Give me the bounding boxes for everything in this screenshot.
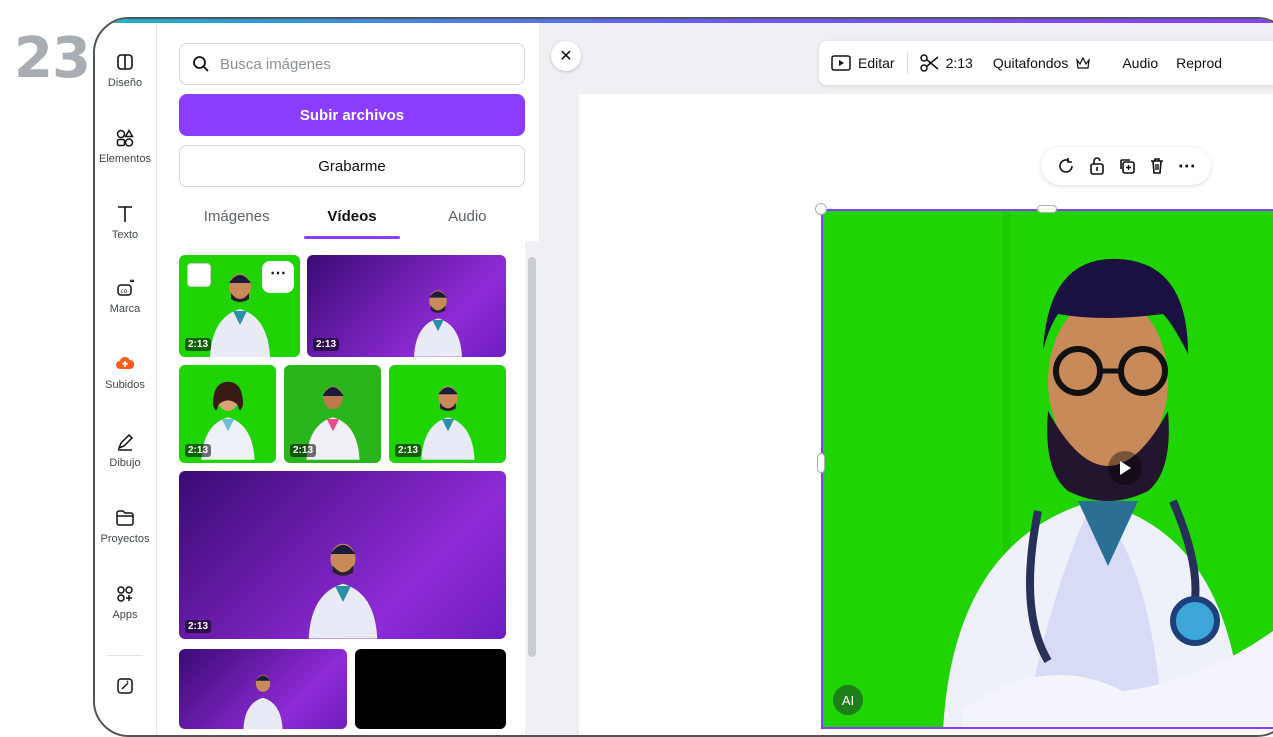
edit-label: Editar [858,55,895,71]
rail-item-dibujo[interactable]: Dibujo [95,431,155,469]
search-input[interactable]: Busca imágenes [179,43,525,85]
svg-text:co: co [121,288,128,295]
layout-icon [117,54,133,70]
trim-duration: 2:13 [945,55,973,71]
rail-label: Proyectos [100,533,150,545]
selected-video-element[interactable]: AI [821,209,1273,729]
scissors-icon [919,54,939,72]
close-icon: ✕ [559,48,573,65]
video-duration: 2:13 [185,620,212,633]
video-duration: 2:13 [395,444,422,457]
brand-kit-icon: co [117,279,134,296]
record-yourself-button[interactable]: Grabarme [179,145,525,187]
rail-label: Subidos [105,379,145,391]
upload-cloud-icon [114,353,136,375]
select-checkbox[interactable] [187,263,211,287]
media-tabs: Imágenes Vídeos Audio [179,197,525,239]
rail-label: Elementos [99,153,151,165]
doctor-illustration [243,674,283,729]
play-icon [1120,461,1131,475]
rail-item-marca[interactable]: co Marca [95,277,155,315]
audio-button[interactable]: Audio [1122,55,1158,71]
search-placeholder: Busca imágenes [220,55,331,73]
rail-item-elementos[interactable]: Elementos [95,127,155,165]
resize-handle[interactable] [817,453,825,473]
rail-item-diseno[interactable]: Diseño [95,51,155,89]
trim-button[interactable]: 2:13 [919,54,973,72]
rotate-icon[interactable] [1056,156,1076,176]
background-remover-button[interactable]: Quitafondos [993,55,1091,71]
search-icon [193,56,209,72]
scrollbar-thumb[interactable] [528,257,536,657]
draw-icon [117,433,134,451]
rail-item-subidos[interactable]: Subidos [95,353,155,391]
toolbar-divider [906,53,908,73]
close-panel-button[interactable]: ✕ [551,41,581,71]
folder-icon [116,510,134,526]
magic-media-icon [117,678,133,694]
side-rail: Diseño Elementos Texto co Marca Subidos … [95,19,157,735]
text-icon [118,206,132,222]
ai-generated-badge: AI [833,685,863,715]
video-thumbnail[interactable]: 2:13 [179,365,276,463]
lock-icon[interactable] [1087,156,1107,176]
video-thumbnail[interactable]: 2:13 [389,365,506,463]
step-number: 23 [14,26,91,91]
rail-label: Diseño [107,77,143,89]
uploads-panel: Busca imágenes Subir archivos Grabarme I… [157,19,539,735]
rail-item-proyectos[interactable]: Proyectos [95,507,155,545]
video-duration: 2:13 [185,338,212,351]
video-thumbnail[interactable]: 2:13 [307,255,506,357]
bg-remover-label: Quitafondos [992,55,1069,71]
rail-label: Apps [112,609,138,621]
play-box-icon [831,55,851,71]
rail-divider [107,655,143,656]
rail-item-magic[interactable] [95,675,155,701]
app-window: Diseño Elementos Texto co Marca Subidos … [93,17,1273,737]
playback-button[interactable]: Reprod [1176,55,1222,71]
trash-icon[interactable] [1147,156,1167,176]
video-duration: 2:13 [185,444,212,457]
video-duration: 2:13 [290,444,317,457]
duplicate-icon[interactable] [1117,156,1137,176]
upload-files-button[interactable]: Subir archivos [179,94,525,136]
crown-icon [1076,57,1091,69]
rail-item-apps[interactable]: Apps [95,583,155,621]
video-thumbnail[interactable]: 2:13 [179,471,506,639]
shapes-icon [116,129,134,147]
apps-icon [117,586,133,602]
rail-label: Texto [111,229,139,241]
tab-imagenes[interactable]: Imágenes [179,197,294,239]
doctor-illustration [414,290,462,357]
video-duration: 2:13 [313,338,340,351]
resize-handle[interactable] [1037,205,1057,213]
tab-videos[interactable]: Vídeos [294,197,409,239]
rail-label: Marca [109,303,141,315]
resize-handle[interactable] [815,203,827,215]
more-options-button[interactable]: ⋯ [262,261,294,293]
more-options-icon[interactable]: ⋯ [1178,156,1196,177]
video-thumbnail[interactable]: 2:13 [284,365,381,463]
context-toolbar: Editar 2:13 Quitafondos Audio Reprod [819,41,1273,85]
editor-canvas-area: ✕ Editar 2:13 Quitafondos Audio Reprod ⋯… [539,19,1273,735]
top-accent-line [95,19,1273,23]
tab-audio[interactable]: Audio [410,197,525,239]
doctor-illustration [308,543,377,639]
edit-video-button[interactable]: Editar [831,55,895,71]
play-button[interactable] [1108,451,1142,485]
video-thumbnail[interactable] [179,649,347,729]
rail-item-texto[interactable]: Texto [95,203,155,241]
video-thumbnail[interactable]: ⋯ 2:13 [179,255,300,357]
doctor-illustration [943,211,1273,727]
element-floating-toolbar: ⋯ [1041,147,1211,185]
rail-label: Dibujo [109,457,141,469]
doctor-illustration [420,386,475,460]
panel-scrollbar[interactable] [525,241,539,735]
video-thumbnail[interactable] [355,649,506,729]
